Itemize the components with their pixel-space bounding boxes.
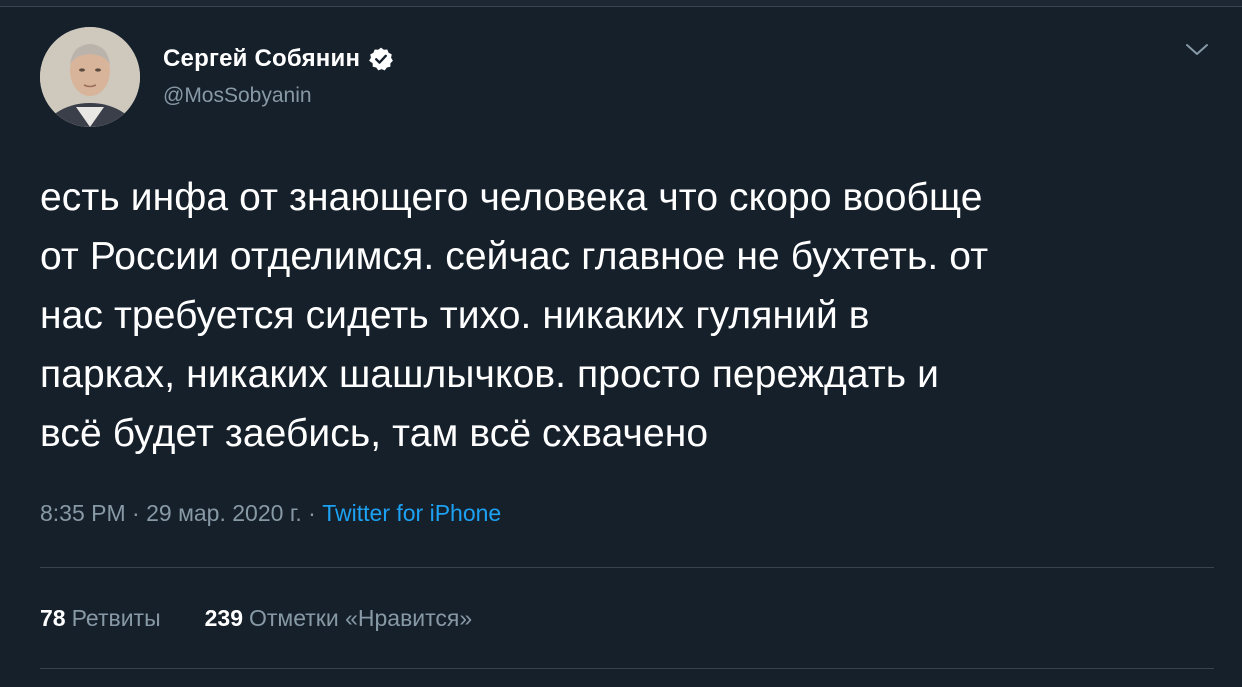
- tweet-text-line: есть инфа от знающего человека что скоро…: [40, 176, 983, 219]
- tweet-card: Сергей Собянин @MosSobyanin есть инфа от…: [0, 0, 1242, 687]
- tweet-metadata: 8:35 PM · 29 мар. 2020 г. · Twitter for …: [40, 500, 501, 527]
- avatar-photo: [40, 27, 140, 127]
- retweets-count: 78: [40, 605, 66, 631]
- tweet-date[interactable]: 29 мар. 2020 г.: [146, 500, 302, 526]
- tweet-time[interactable]: 8:35 PM: [40, 500, 126, 526]
- divider: [40, 567, 1214, 568]
- tweet-text-line: нас требуется сидеть тихо. никаких гулян…: [40, 294, 870, 337]
- tweet-text: есть инфа от знающего человека что скоро…: [40, 168, 1220, 463]
- chevron-down-icon[interactable]: [1183, 38, 1211, 60]
- tweet-stats: 78 Ретвиты 239 Отметки «Нравится»: [40, 605, 472, 632]
- meta-separator: ·: [125, 500, 147, 526]
- avatar[interactable]: [40, 27, 140, 127]
- divider: [40, 668, 1214, 669]
- verified-badge-icon: [369, 47, 394, 71]
- likes-count: 239: [204, 605, 243, 631]
- retweets-label: Ретвиты: [71, 605, 161, 631]
- meta-separator: ·: [301, 500, 323, 526]
- likes-label: Отметки «Нравится»: [249, 605, 473, 631]
- tweet-text-line: парках, никаких шашлычков. просто пережд…: [40, 353, 940, 396]
- tweet-text-line: всё будет заебись, там всё схвачено: [40, 412, 709, 455]
- tweet-source-link[interactable]: Twitter for iPhone: [322, 500, 501, 526]
- author-name-row[interactable]: Сергей Собянин: [163, 42, 394, 76]
- author-display-name[interactable]: Сергей Собянин: [163, 45, 360, 73]
- likes-stat[interactable]: 239 Отметки «Нравится»: [205, 605, 473, 632]
- tweet-text-line: от России отделимся. сейчас главное не б…: [40, 235, 989, 278]
- author-handle[interactable]: @MosSobyanin: [163, 84, 312, 108]
- retweets-stat[interactable]: 78 Ретвиты: [40, 605, 161, 632]
